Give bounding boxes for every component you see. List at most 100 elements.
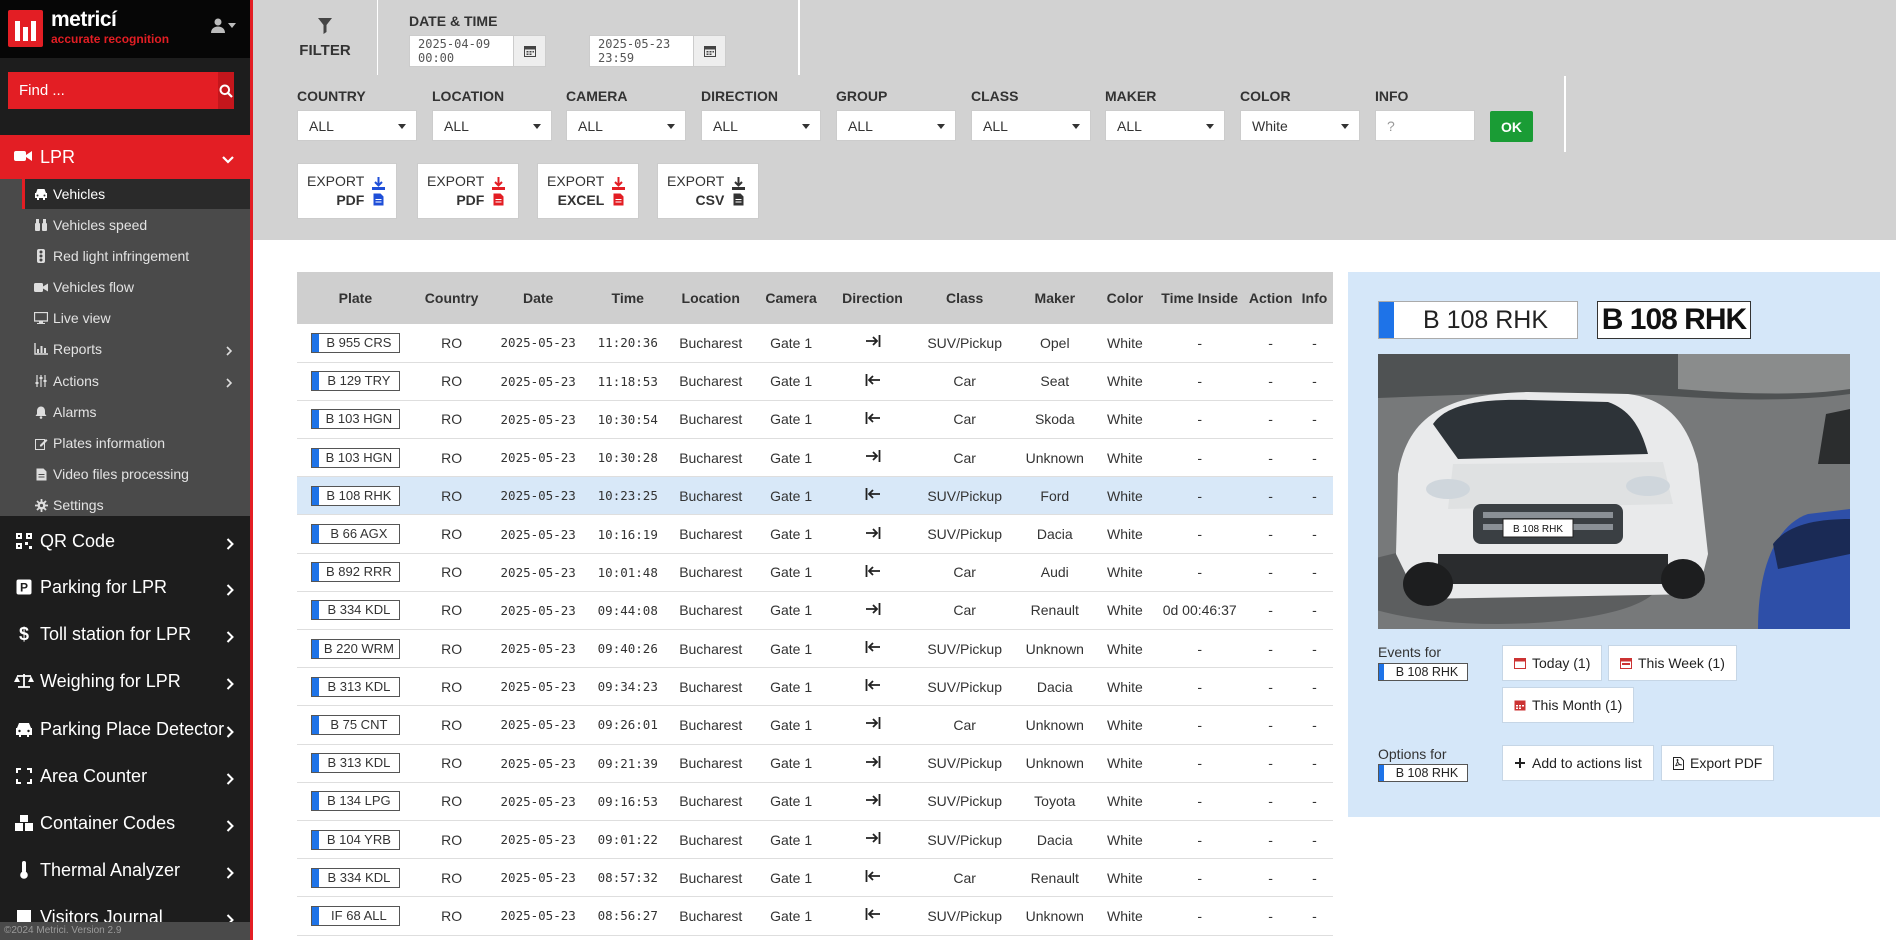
sidebar-module-label: Weighing for LPR xyxy=(40,670,181,691)
vehicle-photo[interactable]: B 108 RHK xyxy=(1378,354,1850,629)
location-select[interactable]: ALL xyxy=(432,110,552,141)
sidebar-item-vehicles-speed[interactable]: Vehicles speed xyxy=(22,210,250,240)
export-pdf-button[interactable]: EXPORT PDF xyxy=(417,163,519,219)
table-row[interactable]: B 108 RHK RO 2025-05-23 10:23:25 Bucharest Ga… xyxy=(297,476,1333,516)
table-row[interactable]: B 334 KDL RO 2025-05-23 08:57:32 Bucharest Ga… xyxy=(297,858,1333,898)
sidebar-module-area-counter[interactable]: Area Counter xyxy=(0,753,250,799)
table-row[interactable]: B 134 LPG RO 2025-05-23 09:16:53 Bucharest Ga… xyxy=(297,782,1333,821)
chevron-right-icon xyxy=(226,580,234,601)
sidebar-item-settings[interactable]: Settings xyxy=(22,490,250,520)
sidebar-module-weighing-for-lpr[interactable]: Weighing for LPR xyxy=(0,658,250,704)
add-to-actions-button[interactable]: Add to actions list xyxy=(1502,745,1654,781)
table-row[interactable]: B 220 WRM RO 2025-05-23 09:40:26 Bucharest Ga… xyxy=(297,629,1333,669)
color-select[interactable]: White xyxy=(1240,110,1360,141)
week-events-button[interactable]: This Week (1) xyxy=(1608,645,1737,681)
table-row[interactable]: B 129 TRY RO 2025-05-23 11:18:53 Bucharest Ga… xyxy=(297,362,1333,401)
table-row[interactable]: B 892 RRR RO 2025-05-23 10:01:48 Bucharest Ga… xyxy=(297,553,1333,592)
table-row[interactable]: B 75 CNT RO 2025-05-23 09:26:01 Bucharest Gat… xyxy=(297,705,1333,745)
plate-badge: B 313 KDL xyxy=(310,753,400,774)
sidebar-item-label: Plates information xyxy=(53,435,166,451)
plate-badge: B 129 TRY xyxy=(310,371,400,392)
direction-in-icon xyxy=(829,438,916,478)
column-header-date[interactable]: Date xyxy=(489,272,587,324)
cell-time: 10:30:28 xyxy=(586,438,669,478)
column-header-country[interactable]: Country xyxy=(413,272,490,324)
search-input[interactable] xyxy=(8,72,218,109)
export-excel-button[interactable]: EXPORT EXCEL xyxy=(537,163,639,219)
table-row[interactable]: B 313 KDL RO 2025-05-23 09:34:23 Bucharest Ga… xyxy=(297,667,1333,707)
column-header-info[interactable]: Info xyxy=(1296,272,1333,324)
date-from-field[interactable]: 2025-04-09 00:00 xyxy=(409,35,546,67)
info-input[interactable]: ? xyxy=(1375,110,1475,141)
export-csv-button[interactable]: EXPORT CSV xyxy=(657,163,759,219)
plate-badge: B 108 RHK xyxy=(310,485,400,506)
class-select[interactable]: ALL xyxy=(971,110,1091,141)
sidebar-item-reports[interactable]: Reports xyxy=(22,334,250,364)
table-row[interactable]: B 334 KDL RO 2025-05-23 09:44:08 Bucharest Ga… xyxy=(297,591,1333,631)
table-row[interactable]: B 103 HGN RO 2025-05-23 10:30:28 Bucharest Ga… xyxy=(297,438,1333,478)
chart-icon xyxy=(34,343,48,355)
cell-camera: Gate 1 xyxy=(752,705,830,745)
sidebar-item-video-files-processing[interactable]: Video files processing xyxy=(22,459,250,489)
sidebar-section-lpr[interactable]: LPR xyxy=(0,135,250,179)
table-row[interactable]: IF 68 ALL RO 2025-05-23 08:56:27 Bucharest Ga… xyxy=(297,896,1333,936)
column-header-time[interactable]: Time xyxy=(586,272,669,324)
sidebar-module-parking-for-lpr[interactable]: P Parking for LPR xyxy=(0,564,250,610)
calendar-week-icon xyxy=(1620,658,1632,669)
column-header-direction[interactable]: Direction xyxy=(829,272,916,324)
today-events-button[interactable]: Today (1) xyxy=(1502,645,1603,681)
cell-time-inside: - xyxy=(1154,438,1246,478)
caret-down-icon xyxy=(667,124,675,129)
sidebar-module-container-codes[interactable]: Container Codes xyxy=(0,800,250,846)
select-value: ALL xyxy=(578,117,603,134)
edit-icon xyxy=(34,437,48,450)
group-select[interactable]: ALL xyxy=(836,110,956,141)
sidebar-item-vehicles-flow[interactable]: Vehicles flow xyxy=(22,272,250,302)
table-row[interactable]: B 313 KDL RO 2025-05-23 09:21:39 Bucharest Ga… xyxy=(297,744,1333,783)
country-select[interactable]: ALL xyxy=(297,110,417,141)
table-row[interactable]: B 104 YRB RO 2025-05-23 09:01:22 Bucharest Ga… xyxy=(297,820,1333,860)
table-row[interactable]: B 955 CRS RO 2025-05-23 11:20:36 Bucharest Ga… xyxy=(297,324,1333,363)
sidebar-item-vehicles[interactable]: Vehicles xyxy=(22,179,250,209)
user-menu-button[interactable] xyxy=(210,14,236,35)
column-header-time-inside[interactable]: Time Inside xyxy=(1154,272,1246,324)
sidebar-item-actions[interactable]: Actions xyxy=(22,366,250,396)
cell-info: - xyxy=(1296,362,1333,401)
cell-maker: Renault xyxy=(1013,591,1096,631)
sidebar-item-alarms[interactable]: Alarms xyxy=(22,397,250,427)
sidebar-module-thermal-analyzer[interactable]: Thermal Analyzer xyxy=(0,847,250,893)
column-header-location[interactable]: Location xyxy=(668,272,753,324)
column-header-plate[interactable]: Plate xyxy=(297,272,414,324)
column-header-camera[interactable]: Camera xyxy=(752,272,830,324)
month-events-button[interactable]: This Month (1) xyxy=(1502,687,1635,723)
camera-select[interactable]: ALL xyxy=(566,110,686,141)
column-header-color[interactable]: Color xyxy=(1095,272,1155,324)
funnel-icon xyxy=(297,18,353,38)
cell-maker: Dacia xyxy=(1013,667,1096,707)
sidebar-module-qr-code[interactable]: QR Code xyxy=(0,518,250,564)
calendar-icon[interactable] xyxy=(693,36,725,66)
sidebar-item-plates-information[interactable]: Plates information xyxy=(22,428,250,458)
sidebar-module-parking-place-detector[interactable]: Parking Place Detector xyxy=(0,706,250,752)
calendar-icon[interactable] xyxy=(513,36,545,66)
sidebar-item-red-light-infringement[interactable]: Red light infringement xyxy=(22,241,250,271)
sidebar-module-toll-station-for-lpr[interactable]: $ Toll station for LPR xyxy=(0,611,250,657)
export-pdf-button[interactable]: Export PDF xyxy=(1661,745,1775,781)
sidebar: metricí accurate recognition LPR Vehicle… xyxy=(0,0,250,940)
cell-color: White xyxy=(1095,782,1155,821)
column-header-class[interactable]: Class xyxy=(915,272,1014,324)
search-button[interactable] xyxy=(218,72,234,109)
maker-select[interactable]: ALL xyxy=(1105,110,1225,141)
version-text: ©2024 Metrici. Version 2.9 xyxy=(0,922,250,940)
ok-button[interactable]: OK xyxy=(1490,111,1533,142)
export-pdf-button[interactable]: EXPORT PDF xyxy=(297,163,397,219)
column-header-action[interactable]: Action xyxy=(1245,272,1297,324)
filter-heading[interactable]: FILTER xyxy=(297,18,353,59)
table-row[interactable]: B 66 AGX RO 2025-05-23 10:16:19 Bucharest Gat… xyxy=(297,514,1333,554)
sidebar-item-live-view[interactable]: Live view xyxy=(22,303,250,333)
column-header-maker[interactable]: Maker xyxy=(1013,272,1096,324)
direction-select[interactable]: ALL xyxy=(701,110,821,141)
table-row[interactable]: B 103 HGN RO 2025-05-23 10:30:54 Bucharest Ga… xyxy=(297,400,1333,440)
cell-date: 2025-05-23 xyxy=(489,896,587,936)
date-to-field[interactable]: 2025-05-23 23:59 xyxy=(589,35,726,67)
